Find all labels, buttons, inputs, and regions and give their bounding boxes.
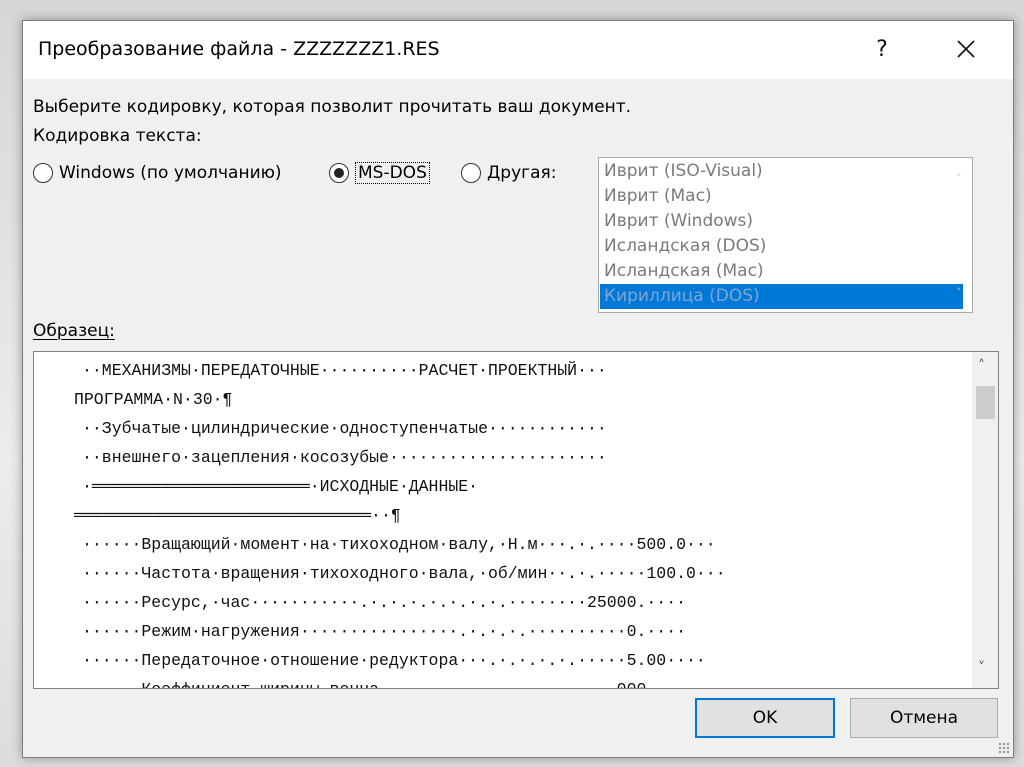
close-button[interactable] [943,29,989,69]
radio-other[interactable]: Другая: [461,161,556,185]
list-item[interactable]: Иврит (Mac) [600,184,963,209]
radio-windows-label: Windows (по умолчанию) [59,163,282,183]
radio-windows[interactable]: Windows (по умолчанию) [33,161,282,185]
list-item[interactable]: Иврит (Windows) [600,209,963,234]
sample-line: ══════════════════════════════··¶ [74,506,401,525]
scroll-down-icon[interactable]: ˅ [978,660,985,676]
sample-line: ··МЕХАНИЗМЫ·ПЕРЕДАТОЧНЫЕ··········РАСЧЕТ… [82,361,607,380]
sample-line: ··Зубчатые·цилиндрические·одноступенчаты… [82,419,607,438]
encoding-list-items: Иврит (ISO-Visual) Иврит (Mac) Иврит (Wi… [600,159,963,309]
radio-indicator [33,163,53,183]
sample-label: Образец: [33,321,115,341]
window-title: Преобразование файла - ZZZZZZZ1.RES [38,38,440,60]
encoding-listbox[interactable]: Иврит (ISO-Visual) Иврит (Mac) Иврит (Wi… [598,157,973,313]
list-item[interactable]: Исландская (Mac) [600,259,963,284]
sample-line: ······Частота·вращения·тихоходного·вала,… [82,564,726,583]
ok-button[interactable]: OK [695,698,835,738]
encoding-label: Кодировка текста: [33,126,202,146]
close-icon [957,40,975,58]
scroll-thumb[interactable] [976,386,995,419]
radio-msdos-label: MS-DOS [355,162,430,184]
cancel-button[interactable]: Отмена [850,698,998,738]
sample-line: ······Передаточное·отношение·редуктора··… [82,651,706,670]
sample-line: ······Ресурс,·час···········.·.·.·.·.·.·… [82,593,686,612]
sample-line: ······Вращающий·момент·на·тихоходном·вал… [82,535,716,554]
sample-line: ······Режим·нагружения················.·… [82,622,686,641]
scroll-up-icon[interactable]: ˄ [956,172,962,185]
sample-preview[interactable]: ··МЕХАНИЗМЫ·ПЕРЕДАТОЧНЫЕ··········РАСЧЕТ… [33,351,999,689]
list-item[interactable]: Исландская (DOS) [600,234,963,259]
sample-line: ПРОГРАММА·N·30·¶ [74,390,233,409]
radio-msdos[interactable]: MS-DOS [329,161,430,185]
scroll-up-icon[interactable]: ˄ [978,358,985,374]
help-button[interactable]: ? [859,29,905,69]
radio-other-label: Другая: [487,163,557,183]
file-conversion-dialog: Преобразование файла - ZZZZZZZ1.RES ? Вы… [22,20,1014,758]
title-bar: Преобразование файла - ZZZZZZZ1.RES ? [23,21,1013,79]
instructions-text: Выберите кодировку, которая позволит про… [33,97,632,117]
listbox-scrollbar[interactable]: ˄ ˅ [952,158,972,312]
sample-line: ··внешнего·зацепления·косозубые·········… [82,448,607,467]
sample-scrollbar[interactable]: ˄ ˅ [972,352,998,688]
list-item[interactable]: Иврит (ISO-Visual) [600,159,963,184]
sample-text: ··МЕХАНИЗМЫ·ПЕРЕДАТОЧНЫЕ··········РАСЧЕТ… [74,356,962,688]
sample-line: ·══════════════════════·ИСХОДНЫЕ·ДАННЫЕ· [82,477,479,496]
radio-indicator [461,163,481,183]
list-item-selected[interactable]: Кириллица (DOS) [600,284,963,309]
radio-indicator-selected [329,163,349,183]
resize-grip-icon[interactable] [998,742,1010,754]
scroll-down-icon[interactable]: ˅ [956,286,962,299]
sample-line: ······Коэффициент·ширины·венца··········… [82,675,962,688]
